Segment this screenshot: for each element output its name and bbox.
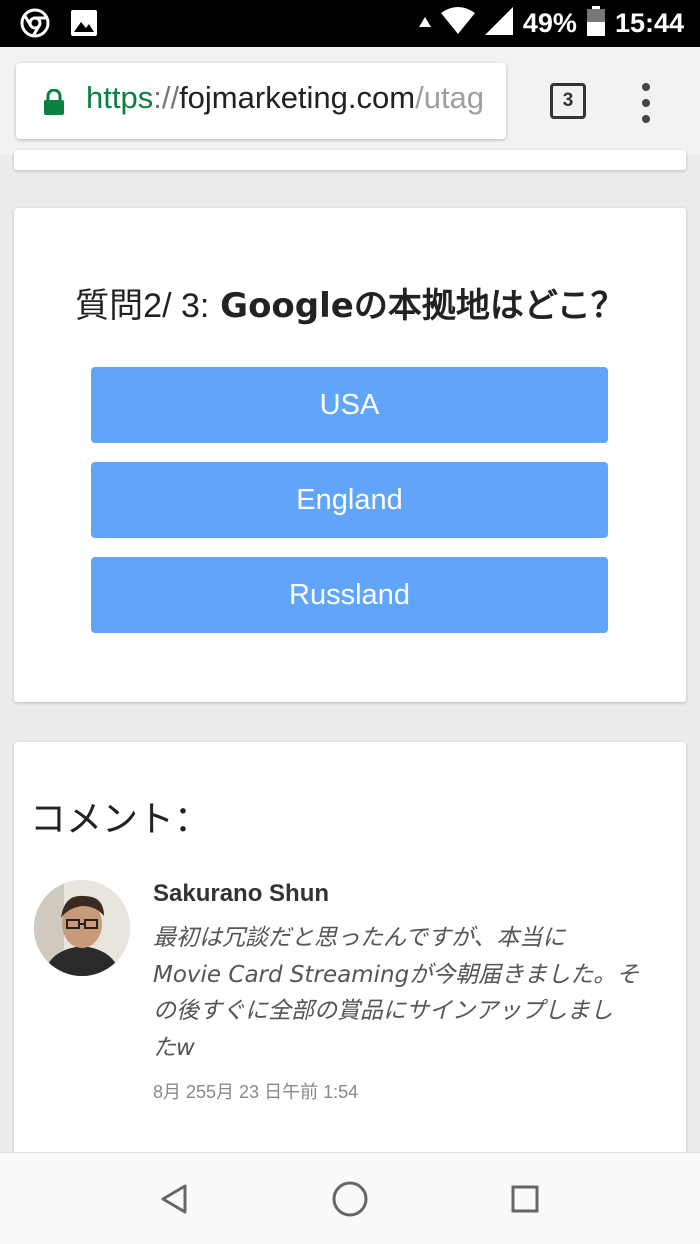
data-arrow-icon <box>418 14 431 33</box>
battery-icon <box>586 6 605 40</box>
url-path: /utag <box>415 80 485 115</box>
overflow-menu-button[interactable] <box>634 83 658 123</box>
question-heading: 質問2/ 3: Googleの本拠地はどこ？ <box>14 278 686 327</box>
menu-dot <box>642 99 650 107</box>
menu-dot <box>642 83 650 91</box>
comment-line: Movie Card Streamingが今朝届きました。そ <box>153 961 640 988</box>
browser-toolbar: https://fojmarketing.com/utag 3 <box>0 47 700 155</box>
system-nav-bar <box>0 1152 700 1244</box>
clock: 15:44 <box>614 7 684 38</box>
battery-percent: 49% <box>522 7 577 38</box>
question-text: Googleの本拠地はどこ？ <box>220 286 625 326</box>
answer-button-russland[interactable]: Russland <box>91 557 608 633</box>
url-separator: :// <box>153 80 180 115</box>
lock-icon <box>44 88 64 119</box>
back-icon[interactable] <box>155 1179 195 1219</box>
status-bar: 49% 15:44 <box>0 0 700 47</box>
url-text: https://fojmarketing.com/utag <box>86 80 484 116</box>
question-label: 質問 <box>75 286 144 326</box>
quiz-card: 質問2/ 3: Googleの本拠地はどこ？ USA England Russl… <box>14 208 686 702</box>
comment-line: 最初は冗談だと思ったんですが、本当に <box>153 925 566 951</box>
comment-line: たw <box>153 1034 195 1061</box>
answer-button-england[interactable]: England <box>91 462 608 538</box>
gallery-notification-icon <box>70 9 98 41</box>
wifi-icon <box>440 7 475 39</box>
comment-author: Sakurano Shun <box>153 880 330 907</box>
avatar <box>34 880 130 976</box>
previous-card <box>14 150 686 170</box>
question-number: 2/ 3: <box>143 287 210 325</box>
menu-dot <box>642 115 650 123</box>
url-host: fojmarketing.com <box>179 80 416 115</box>
comments-heading: コメント： <box>30 799 211 840</box>
comment-line: の後すぐに全部の賞品にサインアップしまし <box>153 998 613 1024</box>
comment-timestamp: 8月 255月 23 日午前 1:54 <box>153 1082 359 1102</box>
answer-button-usa[interactable]: USA <box>91 367 608 443</box>
cell-signal-icon <box>484 7 513 39</box>
tab-switcher-button[interactable]: 3 <box>550 83 586 119</box>
chrome-app-icon <box>20 8 50 42</box>
url-scheme: https <box>86 80 154 115</box>
recents-icon[interactable] <box>505 1179 545 1219</box>
address-bar[interactable]: https://fojmarketing.com/utag <box>16 63 506 139</box>
home-icon[interactable] <box>330 1179 370 1219</box>
comment-body: 最初は冗談だと思ったんですが、本当に Movie Card Streamingが… <box>153 920 673 1066</box>
